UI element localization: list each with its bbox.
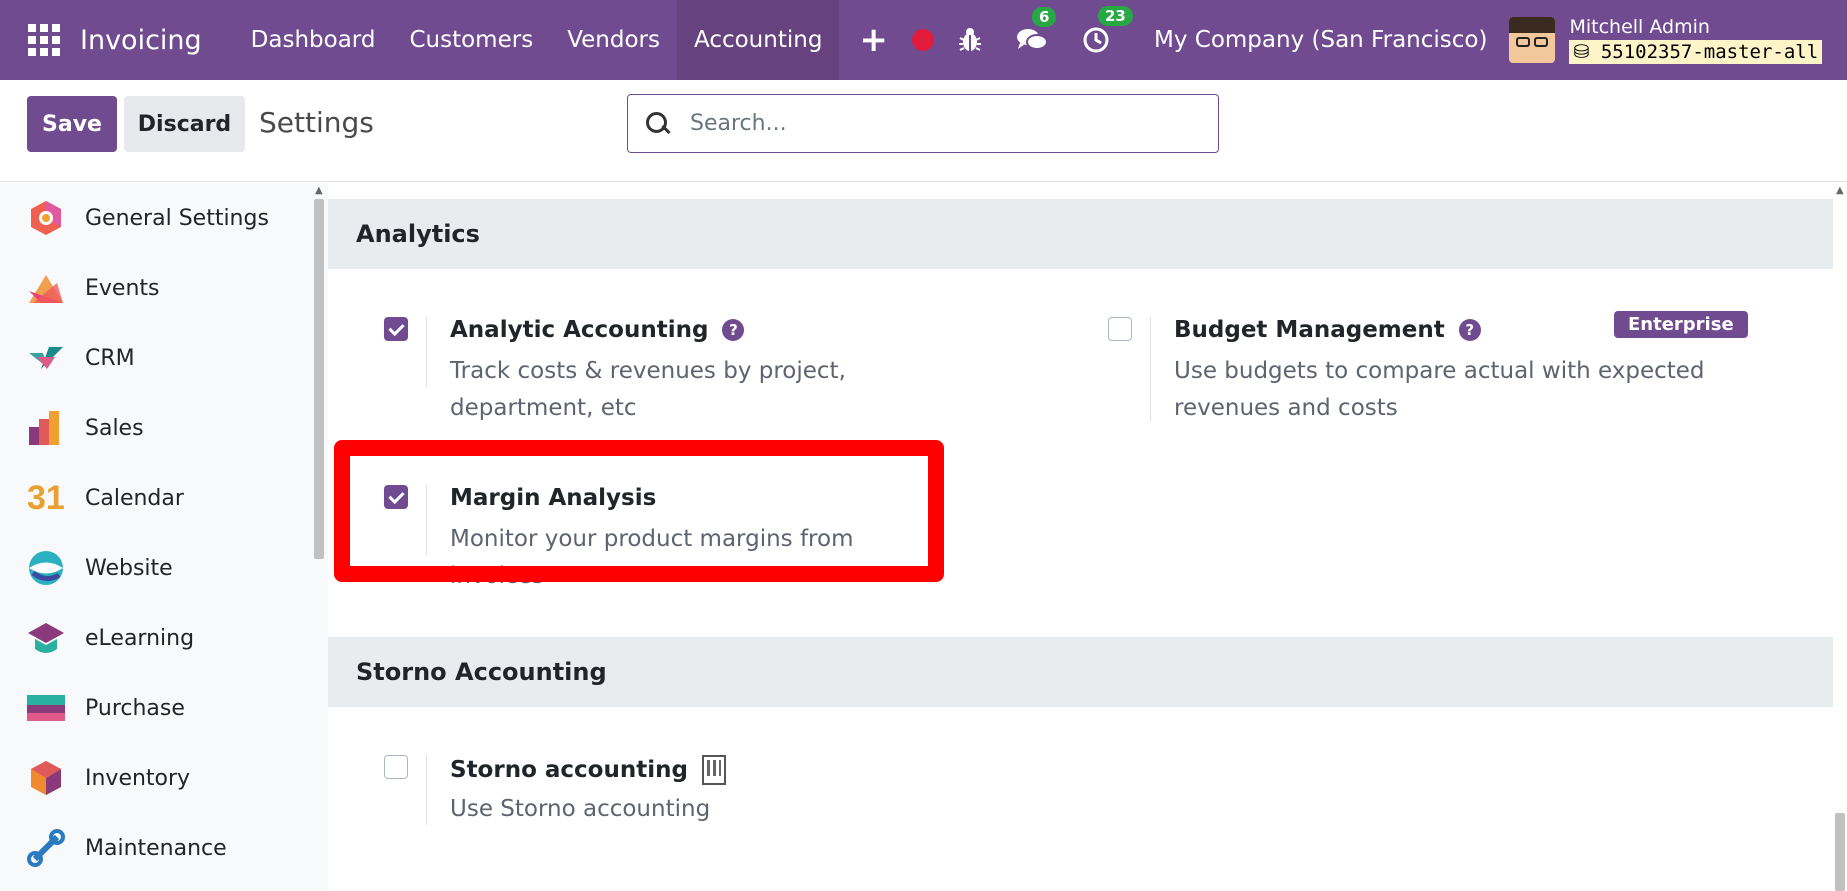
maintenance-icon [27,829,65,867]
setting-divider [426,755,427,825]
sidebar-item-label: Maintenance [85,835,227,861]
sidebar-item-label: Purchase [85,695,185,721]
sidebar-item-website[interactable]: Website [0,533,328,603]
nav-dashboard[interactable]: Dashboard [234,0,393,80]
section-analytics-header: Analytics [328,199,1833,269]
app-brand[interactable]: Invoicing [80,25,202,56]
search-icon [646,111,670,136]
setting-storno-accounting: Storno accounting Use Storno accounting [384,755,984,835]
setting-analytic-accounting: Analytic Accounting ? Track costs & reve… [384,317,984,421]
help-icon[interactable]: ? [722,319,745,341]
events-icon [27,269,65,307]
search-input[interactable] [690,111,1190,136]
analytic-accounting-title: Analytic Accounting ? [450,317,745,343]
sidebar-item-label: Calendar [85,485,184,511]
sidebar-item-events[interactable]: Events [0,253,328,323]
calendar-icon: 31 [27,479,65,517]
crm-icon [27,339,65,377]
setting-divider [426,317,427,387]
nav-customers[interactable]: Customers [392,0,550,80]
plus-icon[interactable]: + [839,0,908,80]
sidebar-item-label: Events [85,275,160,301]
sidebar-item-label: Website [85,555,173,581]
analytic-accounting-desc: Track costs & revenues by project, depar… [450,358,846,421]
sidebar-item-sales[interactable]: Sales [0,393,328,463]
page-title: Settings [259,106,374,139]
highlight-annotation [334,440,944,582]
section-storno-header: Storno Accounting [328,637,1833,707]
top-navbar: Invoicing Dashboard Customers Vendors Ac… [0,0,1847,80]
budget-management-checkbox[interactable] [1108,317,1132,341]
sidebar-item-maintenance[interactable]: Maintenance [0,813,328,883]
sidebar-item-purchase[interactable]: Purchase [0,673,328,743]
storno-accounting-title: Storno accounting [450,755,726,785]
purchase-icon [27,689,65,727]
budget-management-desc: Use budgets to compare actual with expec… [1174,358,1705,421]
sidebar-item-crm[interactable]: CRM [0,323,328,393]
activities-badge: 23 [1098,6,1133,26]
sales-icon [27,409,65,447]
save-button[interactable]: Save [27,96,117,152]
activities-icon[interactable]: 23 [1082,6,1133,54]
user-avatar[interactable] [1509,17,1556,63]
settings-sidebar: General Settings Events CRM Sales 31 Cal… [0,183,328,891]
enterprise-badge[interactable]: Enterprise [1614,311,1748,338]
apps-menu-icon[interactable] [0,0,88,80]
sidebar-item-calendar[interactable]: 31 Calendar [0,463,328,533]
systray: 6 23 My Company (San Francisco) Mitchell… [912,0,1823,80]
nav-vendors[interactable]: Vendors [550,0,677,80]
company-switcher[interactable]: My Company (San Francisco) [1154,27,1487,53]
sidebar-scrollbar[interactable] [314,199,324,559]
sidebar-item-label: CRM [85,345,135,371]
sidebar-item-general-settings[interactable]: General Settings [0,183,328,253]
search-box [627,94,1219,153]
nav-accounting[interactable]: Accounting [676,0,840,80]
settings-content: ▲ Analytics Analytic Accounting ? Track … [328,183,1847,891]
analytic-accounting-checkbox[interactable] [384,317,408,341]
discard-button[interactable]: Discard [124,96,245,152]
messages-icon[interactable]: 6 [1016,7,1057,53]
company-specific-icon [701,755,726,785]
sidebar-scroll-up[interactable]: ▲ [315,185,323,196]
help-icon[interactable]: ? [1458,319,1481,341]
bug-icon[interactable] [958,27,982,53]
setting-divider [1150,317,1151,422]
user-menu[interactable]: Mitchell Admin ⛁ 55102357-master-all [1569,16,1823,64]
elearning-icon [27,619,65,657]
storno-accounting-checkbox[interactable] [384,755,408,779]
database-name: ⛁ 55102357-master-all [1569,40,1823,64]
sidebar-item-label: eLearning [85,625,195,651]
inventory-icon [27,759,65,797]
record-icon[interactable] [912,29,934,51]
content-scrollbar[interactable] [1835,813,1845,891]
storno-accounting-desc: Use Storno accounting [450,796,711,822]
messages-badge: 6 [1032,7,1057,27]
sidebar-item-label: General Settings [85,205,269,231]
general-settings-icon [27,199,65,237]
content-scroll-up[interactable]: ▲ [1836,185,1844,196]
website-icon [27,549,65,587]
control-panel: Save Discard Settings [0,80,1847,182]
budget-management-title: Budget Management ? [1174,317,1481,343]
sidebar-item-label: Inventory [85,765,191,791]
sidebar-item-inventory[interactable]: Inventory [0,743,328,813]
user-name: Mitchell Admin [1569,16,1710,38]
sidebar-item-label: Sales [85,415,144,441]
sidebar-item-elearning[interactable]: eLearning [0,603,328,673]
